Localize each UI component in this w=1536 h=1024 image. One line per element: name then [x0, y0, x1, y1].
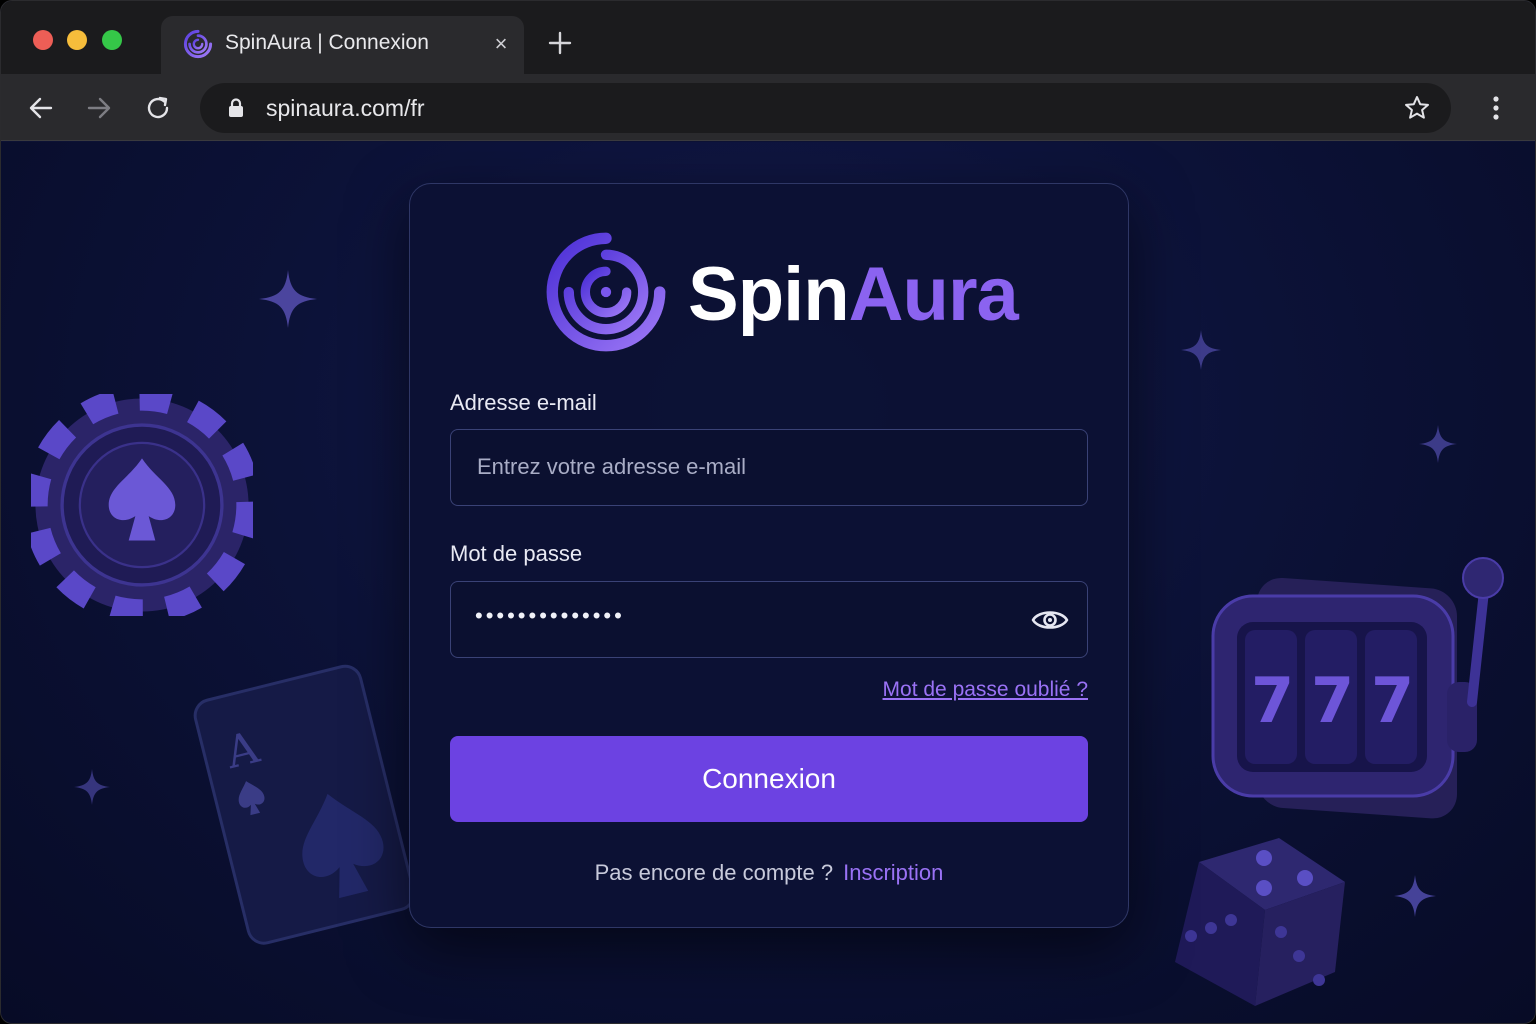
brand-spin: Spin	[688, 252, 850, 337]
brand-aura: Aura	[848, 252, 1019, 337]
close-window-button[interactable]	[33, 30, 53, 50]
browser-window: SpinAura | Connexion × spinaura.com/fr A…	[0, 0, 1536, 1024]
tab-strip: SpinAura | Connexion ×	[1, 1, 1535, 74]
new-tab-icon[interactable]	[546, 29, 574, 57]
show-password-eye-icon[interactable]	[1031, 605, 1069, 635]
brand-wordmark: SpinAura	[688, 250, 1019, 340]
forward-arrow-icon[interactable]	[85, 94, 113, 122]
tab-close-icon[interactable]: ×	[489, 32, 513, 56]
ace-card-icon: A	[193, 664, 411, 945]
reload-icon[interactable]	[144, 94, 172, 122]
slot-machine-icon: 7 7 7	[1211, 557, 1504, 819]
tab-title: SpinAura | Connexion	[225, 31, 429, 54]
sparkle-icon	[1181, 330, 1221, 370]
poker-chip-icon	[31, 394, 253, 616]
maximize-window-button[interactable]	[102, 30, 122, 50]
browser-toolbar: spinaura.com/fr	[1, 74, 1535, 141]
address-bar[interactable]: spinaura.com/fr	[200, 83, 1451, 133]
email-placeholder: Entrez votre adresse e-mail	[477, 454, 746, 479]
kebab-menu-icon[interactable]	[1483, 94, 1509, 122]
signup-link[interactable]: Inscription	[843, 860, 943, 885]
spinaura-favicon-icon	[183, 29, 213, 59]
login-submit-button[interactable]: Connexion	[450, 736, 1088, 822]
sparkle-icon	[1419, 425, 1457, 463]
lock-icon[interactable]	[225, 97, 247, 119]
spinaura-logo-icon	[546, 232, 666, 352]
reel-3: 7	[1371, 664, 1414, 737]
dice-icon	[1175, 838, 1345, 1006]
forgot-password-link[interactable]: Mot de passe oublié ?	[883, 678, 1088, 702]
password-masked-value: ••••••••••••••	[475, 603, 625, 628]
sparkle-icon	[74, 769, 110, 805]
login-page: A 7 7 7 SpinAura Adresse e-mail Entrez v…	[1, 142, 1535, 1023]
signup-prompt: Pas encore de compte ?	[594, 860, 834, 885]
back-arrow-icon[interactable]	[27, 94, 55, 122]
url-text: spinaura.com/fr	[266, 95, 425, 121]
password-label: Mot de passe	[450, 541, 583, 566]
reel-2: 7	[1311, 664, 1354, 737]
tab-spinaura[interactable]: SpinAura | Connexion ×	[161, 16, 524, 74]
password-input[interactable]: ••••••••••••••	[450, 581, 1088, 658]
email-label: Adresse e-mail	[450, 390, 597, 415]
sparkle-icon	[1394, 875, 1436, 917]
login-card: SpinAura Adresse e-mail Entrez votre adr…	[409, 183, 1129, 928]
sparkle-icon	[259, 270, 317, 328]
bookmark-star-icon[interactable]	[1403, 94, 1431, 122]
reel-1: 7	[1251, 664, 1294, 737]
minimize-window-button[interactable]	[67, 30, 87, 50]
signup-row: Pas encore de compte ? Inscription	[410, 860, 1128, 886]
email-input[interactable]: Entrez votre adresse e-mail	[450, 429, 1088, 506]
